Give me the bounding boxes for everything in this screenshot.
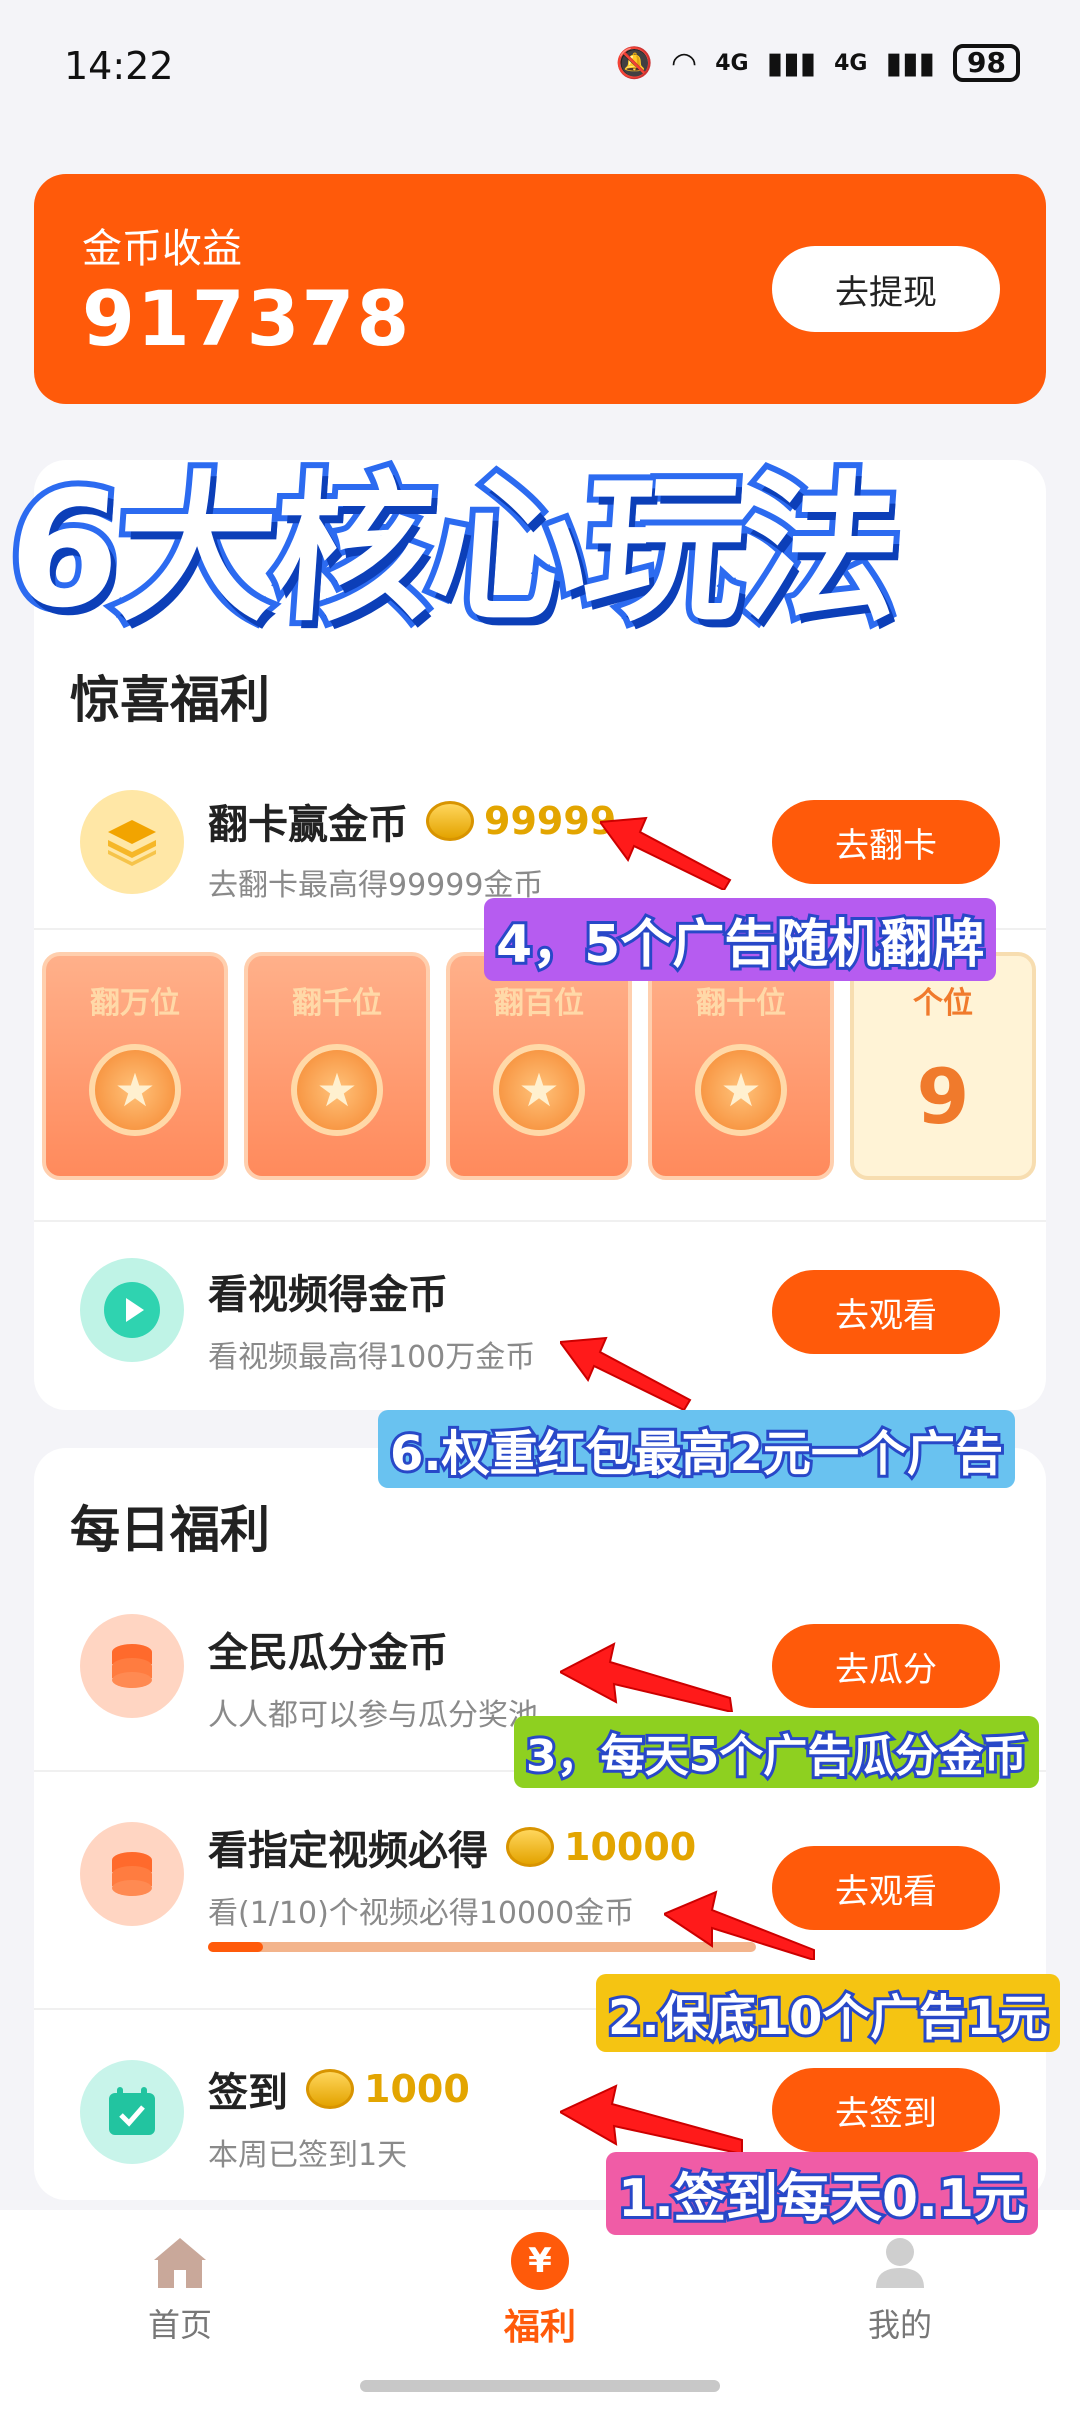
- coin-earnings-value: 917378: [82, 274, 412, 363]
- coin-icon: [306, 2069, 354, 2109]
- flip-card[interactable]: 翻十位 ★: [648, 952, 834, 1180]
- flip-card-label: 翻十位: [696, 986, 786, 1021]
- status-time: 14:22: [64, 44, 174, 88]
- flip-button[interactable]: 去翻卡: [772, 800, 1000, 884]
- red-arrow-icon: [600, 816, 732, 890]
- callout-specified: 2.保底10个广告1元: [596, 1974, 1060, 2052]
- status-bar: 14:22 🔕 ◠ 4G ▮▮▮ 4G ▮▮▮ 98: [0, 0, 1080, 130]
- home-icon: [154, 2238, 206, 2288]
- coin-earnings-label: 金币收益: [82, 226, 242, 272]
- watch-video-button[interactable]: 去观看: [772, 1270, 1000, 1354]
- coin-earnings-card: 金币收益 917378 去提现: [34, 174, 1046, 404]
- specified-subtitle: 看(1/10)个视频必得10000金币: [208, 1896, 635, 1931]
- battery-icon: 98: [953, 44, 1020, 82]
- flip-title: 翻卡赢金币: [208, 802, 408, 848]
- signin-subtitle: 本周已签到1天: [208, 2138, 408, 2173]
- flip-card-digit: 9: [916, 1052, 970, 1141]
- video-row: 看视频得金币 看视频最高得100万金币 去观看: [34, 1240, 1046, 1400]
- flip-card[interactable]: 翻百位 ★: [446, 952, 632, 1180]
- split-button[interactable]: 去瓜分: [772, 1624, 1000, 1708]
- flip-cards: 翻万位 ★ 翻千位 ★ 翻百位 ★ 翻十位 ★ 个位 9: [42, 952, 1042, 1180]
- coin-stack-icon: [80, 1822, 184, 1926]
- callout-video: 6.权重红包最高2元一个广告: [378, 1410, 1016, 1488]
- nav-mine-label: 我的: [867, 2306, 932, 2344]
- red-arrow-icon: [664, 1890, 815, 1960]
- section-title: 惊喜福利: [70, 671, 270, 729]
- signal-icon-2: ▮▮▮: [885, 45, 936, 81]
- nav-welfare-label: 福利: [503, 2307, 576, 2348]
- flip-card[interactable]: 翻千位 ★: [244, 952, 430, 1180]
- nav-home-label: 首页: [147, 2306, 212, 2344]
- status-icons: 🔕 ◠ 4G ▮▮▮ 4G ▮▮▮ 98: [616, 44, 1020, 82]
- user-icon: [876, 2238, 924, 2288]
- flip-card-label: 翻百位: [494, 986, 584, 1021]
- video-title: 看视频得金币: [208, 1272, 448, 1318]
- flip-card-row: 翻卡赢金币 99999 去翻卡最高得99999金币 去翻卡: [34, 760, 1046, 920]
- divider: [34, 1220, 1046, 1222]
- red-arrow-icon: [560, 1336, 692, 1410]
- specified-reward: 10000: [506, 1825, 696, 1869]
- coin-icon: [426, 801, 474, 841]
- specified-reward-value: 10000: [564, 1825, 697, 1869]
- signin-reward: 1000: [306, 2067, 470, 2111]
- split-title: 全民瓜分金币: [208, 1630, 448, 1676]
- video-subtitle: 看视频最高得100万金币: [208, 1340, 536, 1375]
- flip-reward-value: 99999: [484, 799, 617, 843]
- red-arrow-icon: [560, 1642, 734, 1712]
- callout-signin: 1.签到每天0.1元: [606, 2152, 1039, 2235]
- signin-reward-value: 1000: [364, 2067, 470, 2111]
- play-icon: [80, 1258, 184, 1362]
- stack-icon: [80, 790, 184, 894]
- specified-title: 看指定视频必得: [208, 1828, 488, 1874]
- red-arrow-icon: [560, 2084, 743, 2154]
- flip-card-revealed[interactable]: 个位 9: [850, 952, 1036, 1180]
- callout-split: 3，每天5个广告瓜分金币: [514, 1716, 1040, 1788]
- signin-title: 签到: [208, 2070, 288, 2116]
- flip-card-label: 个位: [913, 986, 973, 1021]
- coin-stack-icon: [80, 1614, 184, 1718]
- home-indicator[interactable]: [360, 2380, 720, 2392]
- star-icon: ★: [695, 1044, 787, 1136]
- nav-mine[interactable]: 我的: [800, 2232, 1000, 2346]
- star-icon: ★: [493, 1044, 585, 1136]
- daily-welfare-section: 每日福利 全民瓜分金币 人人都可以参与瓜分奖池 去瓜分 看指定视频必得 1000…: [34, 1448, 1046, 2200]
- section-title: 每日福利: [70, 1501, 270, 1559]
- headline-overlay: 6大核心玩法: [0, 450, 909, 649]
- star-icon: ★: [89, 1044, 181, 1136]
- withdraw-button[interactable]: 去提现: [772, 246, 1000, 332]
- star-icon: ★: [291, 1044, 383, 1136]
- callout-flip: 4，5个广告随机翻牌: [484, 898, 997, 981]
- network-4g-2: 4G: [834, 50, 868, 76]
- split-subtitle: 人人都可以参与瓜分奖池: [208, 1698, 538, 1733]
- flip-reward: 99999: [426, 799, 616, 843]
- specified-progress-fill: [208, 1942, 263, 1952]
- signin-button[interactable]: 去签到: [772, 2068, 1000, 2152]
- mute-icon: 🔕: [615, 45, 654, 81]
- coin-icon: [506, 1827, 554, 1867]
- nav-home[interactable]: 首页: [80, 2232, 280, 2346]
- flip-card[interactable]: 翻万位 ★: [42, 952, 228, 1180]
- flip-card-label: 翻千位: [292, 986, 382, 1021]
- flip-card-label: 翻万位: [90, 986, 180, 1021]
- network-4g-1: 4G: [715, 50, 749, 76]
- signal-icon: ▮▮▮: [766, 45, 817, 81]
- calendar-check-icon: [80, 2060, 184, 2164]
- nav-welfare[interactable]: ¥ 福利: [440, 2232, 640, 2350]
- wifi-icon: ◠: [671, 45, 698, 81]
- yuan-icon: ¥: [511, 2232, 569, 2290]
